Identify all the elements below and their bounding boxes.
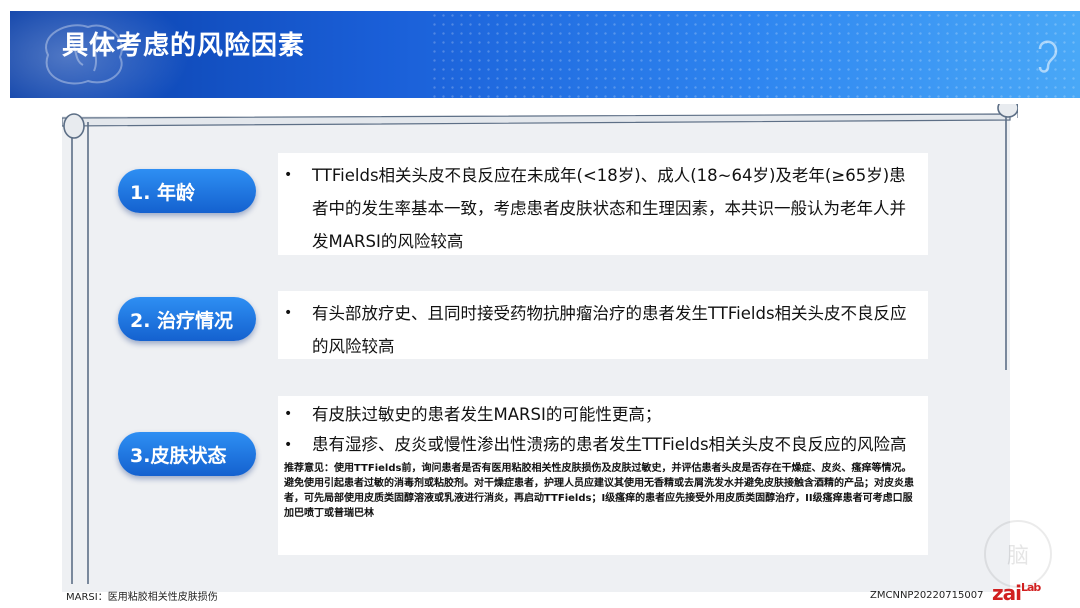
bullet-text: 有皮肤过敏史的患者发生MARSI的可能性更高； xyxy=(312,405,662,424)
bullet-item: • TTFields相关头皮不良反应在未成年(<18岁)、成人(18~64岁)及… xyxy=(284,159,916,258)
factor-pill-skin: 3.皮肤状态 xyxy=(118,432,256,476)
bullet-dot-icon: • xyxy=(284,305,293,321)
bullet-text: 有头部放疗史、且同时接受药物抗肿瘤治疗的患者发生TTFields相关头皮不良反应… xyxy=(312,304,907,356)
factor-pill-age: 1. 年龄 xyxy=(118,169,256,213)
top-strip xyxy=(0,0,1080,11)
factor-box-skin: • 有皮肤过敏史的患者发生MARSI的可能性更高； • 患有湿疹、皮炎或慢性渗出… xyxy=(278,396,928,555)
company-logo: zaiLab xyxy=(992,581,1041,605)
footnote: MARSI：医用粘胶相关性皮肤损伤 xyxy=(66,592,218,603)
bullet-dot-icon: • xyxy=(284,437,293,453)
bullet-item: • 有皮肤过敏史的患者发生MARSI的可能性更高； xyxy=(284,398,916,431)
bullet-text: TTFields相关头皮不良反应在未成年(<18岁)、成人(18~64岁)及老年… xyxy=(312,166,906,251)
bullet-text: 患有湿疹、皮炎或慢性渗出性溃疡的患者发生TTFields相关头皮不良反应的风险高 xyxy=(312,435,907,454)
factor-pill-treatment: 2. 治疗情况 xyxy=(118,297,256,341)
recommendation-text: 推荐意见：使用TTFields前，询问患者是否有医用粘胶相关性皮肤损伤及皮肤过敏… xyxy=(284,463,914,519)
factor-box-age: • TTFields相关头皮不良反应在未成年(<18岁)、成人(18~64岁)及… xyxy=(278,153,928,255)
factor-box-treatment: • 有头部放疗史、且同时接受药物抗肿瘤治疗的患者发生TTFields相关头皮不良… xyxy=(278,291,928,359)
logo-superscript: Lab xyxy=(1021,581,1041,594)
page-title: 具体考虑的风险因素 xyxy=(62,31,306,61)
document-code: ZMCNNP20220715007 xyxy=(870,590,984,601)
bullet-dot-icon: • xyxy=(284,167,293,183)
ear-icon xyxy=(1038,40,1058,73)
banner-dot-pattern xyxy=(430,11,1080,98)
bullet-item: • 有头部放疗史、且同时接受药物抗肿瘤治疗的患者发生TTFields相关头皮不良… xyxy=(284,297,916,363)
title-banner: 具体考虑的风险因素 xyxy=(10,11,1080,98)
bullet-dot-icon: • xyxy=(284,406,293,422)
bullet-item: • 患有湿疹、皮炎或慢性渗出性溃疡的患者发生TTFields相关头皮不良反应的风… xyxy=(284,431,916,459)
logo-text: zai xyxy=(992,581,1022,605)
watermark-seal: 脑 xyxy=(984,520,1052,588)
